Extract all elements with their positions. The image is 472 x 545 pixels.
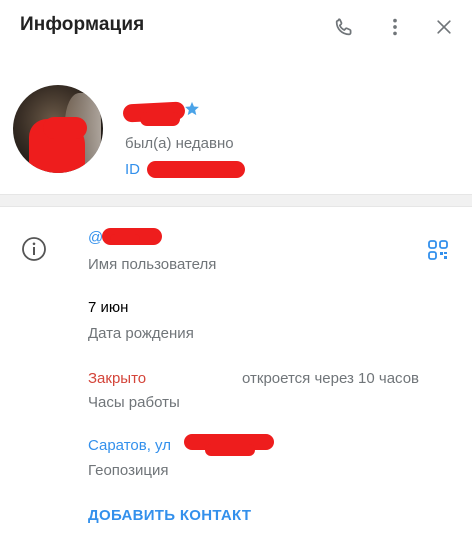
panel-title: Информация — [20, 14, 145, 35]
username-label: Имя пользователя — [88, 256, 217, 273]
info-panel: Информация был(а) недавно ID @ Имя польз… — [0, 0, 472, 545]
id-redaction — [175, 165, 235, 177]
username-redaction — [110, 234, 140, 244]
info-icon — [22, 237, 46, 261]
add-contact-button[interactable]: ДОБАВИТЬ КОНТАКТ — [88, 507, 251, 524]
last-seen-status: был(а) недавно — [125, 135, 234, 152]
business-hours-note: откроется через 10 часов — [242, 370, 420, 387]
redaction-mark — [43, 117, 87, 139]
profile-section: был(а) недавно ID — [0, 56, 472, 194]
call-button[interactable] — [329, 12, 359, 42]
phone-icon — [335, 18, 352, 36]
birthday-label: Дата рождения — [88, 325, 194, 342]
close-button[interactable] — [429, 12, 459, 42]
more-options-button[interactable] — [380, 12, 410, 42]
location-label: Геопозиция — [88, 462, 169, 479]
username-value[interactable]: @ — [88, 229, 103, 246]
user-id[interactable]: ID — [125, 161, 140, 178]
username-prefix: @ — [88, 229, 104, 246]
avatar[interactable] — [13, 85, 103, 173]
section-divider — [0, 194, 472, 207]
qr-code-icon[interactable] — [428, 240, 448, 260]
panel-header: Информация — [0, 0, 472, 56]
more-vertical-icon — [393, 18, 397, 36]
birthday-value: 7 июн — [88, 299, 129, 316]
location-value[interactable]: Саратов, ул — [88, 437, 171, 454]
business-hours-status[interactable]: Закрыто — [88, 370, 146, 387]
star-icon[interactable] — [183, 100, 201, 118]
close-icon — [437, 20, 451, 34]
name-redaction — [140, 112, 180, 126]
business-hours-label: Часы работы — [88, 394, 180, 411]
user-id-prefix: ID — [125, 161, 140, 178]
location-redaction — [205, 444, 255, 456]
